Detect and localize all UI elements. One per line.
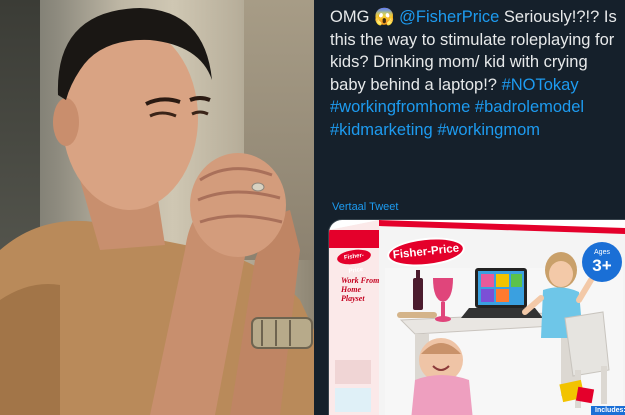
playset-name: Work From Home Playset xyxy=(341,276,380,303)
hashtag-kidmarketing-link[interactable]: #kidmarketing xyxy=(330,121,433,139)
tweet-media-image[interactable]: Fisher-Price Fisher-Price Work From Home… xyxy=(328,219,625,415)
tweet-text: OMG 😱 @FisherPrice Seriously!?!? Is this… xyxy=(330,6,620,141)
composite-image: OMG 😱 @FisherPrice Seriously!?!? Is this… xyxy=(0,0,625,415)
includes-label: Includes: xyxy=(591,406,625,415)
tweet-panel: OMG 😱 @FisherPrice Seriously!?!? Is this… xyxy=(314,0,625,415)
product-box-illustration xyxy=(329,220,625,415)
translate-tweet-link[interactable]: Vertaal Tweet xyxy=(332,201,398,213)
man-photo xyxy=(0,0,314,415)
hashtag-workingfromhome-link[interactable]: #workingfromhome xyxy=(330,98,470,116)
hashtag-badrolemodel-link[interactable]: #badrolemodel xyxy=(475,98,584,116)
hashtag-workingmom-link[interactable]: #workingmom xyxy=(437,121,540,139)
man-illustration xyxy=(0,8,314,415)
mention-fisherprice-link[interactable]: @FisherPrice xyxy=(399,8,499,26)
hashtag-notokay-link[interactable]: #NOTokay xyxy=(502,76,579,94)
age-badge: Ages 3+ xyxy=(582,242,622,282)
age-badge-value: 3+ xyxy=(592,256,612,275)
tweet-text-segment: OMG 😱 xyxy=(330,8,400,26)
age-badge-label: Ages xyxy=(594,249,610,256)
